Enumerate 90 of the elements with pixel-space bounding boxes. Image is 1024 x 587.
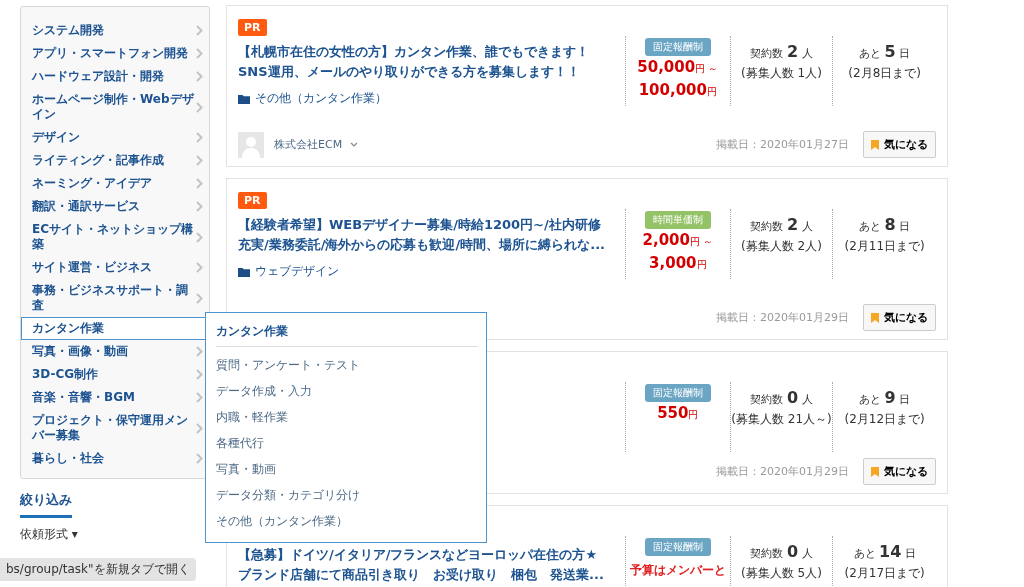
- chevron-right-icon: [196, 178, 203, 189]
- deadline-date: (2月8日まで): [848, 65, 921, 82]
- category-item[interactable]: 音楽・音響・BGM: [21, 386, 209, 409]
- job-title[interactable]: 【札幌市在住の女性の方】カンタン作業、誰でもできます！SNS運用、メールのやり取りができる方を募集します！！: [238, 42, 610, 82]
- category-item[interactable]: ライティング・記事作成: [21, 149, 209, 172]
- submenu-item[interactable]: その他（カンタン作業）: [216, 509, 478, 535]
- deadline-date: (2月11日まで): [844, 238, 925, 255]
- bookmark-icon: [871, 312, 879, 323]
- pay-type-badge: 固定報酬制: [644, 538, 711, 556]
- deadline-date: (2月17日まで): [844, 565, 925, 582]
- category-item[interactable]: プロジェクト・保守運用メンバー募集: [21, 409, 209, 447]
- filter-heading: 絞り込み: [20, 491, 72, 518]
- recruit-count: (募集人数 2人): [741, 238, 822, 255]
- chevron-right-icon: [196, 71, 203, 82]
- contract-count: 契約数 0 人: [750, 388, 813, 407]
- contract-count: 契約数 2 人: [750, 215, 813, 234]
- category-item[interactable]: ECサイト・ネットショップ構築: [21, 218, 209, 256]
- submenu-item[interactable]: データ分類・カテゴリ分け: [216, 483, 478, 509]
- category-item[interactable]: システム開発: [21, 19, 209, 42]
- submenu-title[interactable]: カンタン作業: [216, 323, 478, 347]
- job-title[interactable]: 【急募】ドイツ/イタリア/フランスなどヨーロッパ在住の方★ブランド店舗にて商品引き取り お受け取り 梱包 発送業...: [238, 545, 610, 585]
- category-item[interactable]: ハードウェア設計・開発: [21, 65, 209, 88]
- submenu-item[interactable]: 各種代行: [216, 431, 478, 457]
- folder-icon: [238, 266, 250, 277]
- chevron-right-icon: [196, 346, 203, 357]
- days-left: あと 14 日: [853, 542, 916, 561]
- chevron-right-icon: [196, 48, 203, 59]
- pay-type-badge: 固定報酬制: [644, 384, 711, 402]
- days-left: あと 8 日: [859, 215, 911, 234]
- days-left: あと 5 日: [859, 42, 911, 61]
- category-item[interactable]: アプリ・スマートフォン開発: [21, 42, 209, 65]
- filter-label[interactable]: 依頼形式 ▾: [20, 526, 78, 543]
- bookmark-button[interactable]: 気になる: [863, 458, 936, 485]
- submenu-item[interactable]: 写真・動画: [216, 457, 478, 483]
- category-item[interactable]: 写真・画像・動画: [21, 340, 209, 363]
- chevron-right-icon: [196, 292, 203, 304]
- category-item[interactable]: 翻訳・通訳サービス: [21, 195, 209, 218]
- contract-count: 契約数 2 人: [750, 42, 813, 61]
- chevron-right-icon: [196, 155, 203, 166]
- chevron-right-icon: [196, 422, 203, 434]
- price-amount: 3,000円: [649, 253, 707, 274]
- chevron-right-icon: [196, 392, 203, 403]
- chevron-right-icon: [196, 262, 203, 273]
- pr-badge: PR: [238, 192, 267, 209]
- chevron-right-icon: [196, 132, 203, 143]
- category-item[interactable]: 事務・ビジネスサポート・調査: [21, 279, 209, 317]
- chevron-right-icon: [196, 25, 203, 36]
- posted-date: 掲載日：2020年01月29日: [716, 310, 849, 325]
- chevron-right-icon: [196, 369, 203, 380]
- bookmark-icon: [871, 466, 879, 477]
- posted-date: 掲載日：2020年01月27日: [716, 137, 849, 152]
- days-left: あと 9 日: [859, 388, 911, 407]
- submenu-item[interactable]: データ作成・入力: [216, 379, 478, 405]
- pay-type-badge: 固定報酬制: [644, 38, 711, 56]
- submenu-item[interactable]: 質問・アンケート・テスト: [216, 353, 478, 379]
- price-amount: 100,000円: [638, 80, 717, 101]
- price-amount: 550円: [657, 403, 699, 424]
- pr-badge: PR: [238, 19, 267, 36]
- chevron-right-icon: [196, 453, 203, 464]
- price-amount: 2,000円 ～: [642, 230, 714, 251]
- category-item[interactable]: サイト運営・ビジネス: [21, 256, 209, 279]
- job-category[interactable]: ウェブデザイン: [255, 263, 339, 280]
- price-note: 予算はメンバーと: [629, 562, 726, 579]
- recruit-count: (募集人数 1人): [741, 65, 822, 82]
- recruit-count: (募集人数 21人～): [731, 411, 832, 428]
- chevron-right-icon: [196, 201, 203, 212]
- avatar-icon: [238, 131, 264, 158]
- contract-count: 契約数 0 人: [750, 542, 813, 561]
- chevron-right-icon: [196, 231, 203, 243]
- job-category[interactable]: その他（カンタン作業）: [255, 90, 387, 107]
- recruit-count: (募集人数 5人): [741, 565, 822, 582]
- company-name[interactable]: 株式会社ECM: [274, 137, 343, 152]
- chevron-down-icon: [350, 142, 359, 147]
- posted-date: 掲載日：2020年01月29日: [716, 464, 849, 479]
- category-item[interactable]: 3D-CG制作: [21, 363, 209, 386]
- link-status-bar: bs/group/task"を新規タブで開く: [0, 558, 196, 581]
- bookmark-button[interactable]: 気になる: [863, 304, 936, 331]
- chevron-right-icon: [196, 101, 203, 113]
- deadline-date: (2月12日まで): [844, 411, 925, 428]
- category-item[interactable]: ホームページ制作・Webデザイン: [21, 88, 209, 126]
- submenu-item[interactable]: 内職・軽作業: [216, 405, 478, 431]
- bookmark-button[interactable]: 気になる: [863, 131, 936, 158]
- category-item[interactable]: デザイン: [21, 126, 209, 149]
- bookmark-icon: [871, 139, 879, 150]
- folder-icon: [238, 93, 250, 104]
- category-item[interactable]: 暮らし・社会: [21, 447, 209, 470]
- price-amount: 50,000円 ～: [637, 57, 719, 78]
- pay-type-badge: 時間単価制: [644, 211, 711, 229]
- job-title[interactable]: 【経験者希望】WEBデザイナー募集/時給1200円~/社内研修充実/業務委託/海外からの応募も歓迎/時間、場所に縛られな...: [238, 215, 610, 255]
- category-item[interactable]: ネーミング・アイデア: [21, 172, 209, 195]
